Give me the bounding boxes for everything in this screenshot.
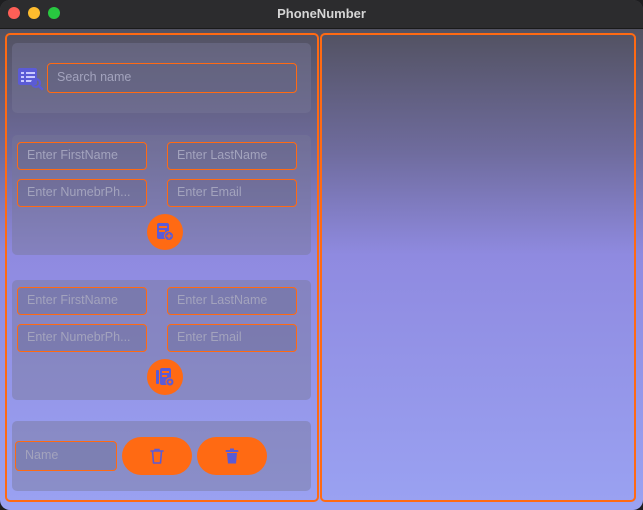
edit-phone-input[interactable]: Enter NumebrPh... bbox=[17, 324, 147, 352]
add-last-name-input[interactable]: Enter LastName bbox=[167, 142, 297, 170]
trash-filled-icon bbox=[223, 447, 241, 465]
search-card: Search name bbox=[12, 43, 311, 113]
contact-edit-icon bbox=[155, 367, 175, 387]
window-title: PhoneNumber bbox=[277, 6, 366, 21]
left-panel: Search name Enter FirstName Enter LastNa… bbox=[5, 33, 319, 502]
edit-email-input[interactable]: Enter Email bbox=[167, 324, 297, 352]
add-contact-button[interactable] bbox=[147, 214, 183, 250]
delete-button-outline[interactable] bbox=[122, 437, 192, 475]
edit-contact-card: Enter FirstName Enter LastName Enter Num… bbox=[12, 280, 311, 400]
edit-first-name-input[interactable]: Enter FirstName bbox=[17, 287, 147, 315]
add-email-input[interactable]: Enter Email bbox=[167, 179, 297, 207]
edit-last-name-input[interactable]: Enter LastName bbox=[167, 287, 297, 315]
search-input[interactable]: Search name bbox=[47, 63, 297, 93]
contact-list-panel[interactable] bbox=[320, 33, 636, 502]
add-first-name-input[interactable]: Enter FirstName bbox=[17, 142, 147, 170]
delete-name-input[interactable]: Name bbox=[15, 441, 117, 471]
edit-contact-button[interactable] bbox=[147, 359, 183, 395]
delete-button-filled[interactable] bbox=[197, 437, 267, 475]
search-list-icon[interactable] bbox=[16, 65, 44, 91]
app-window: PhoneNumber Search name Enter FirstName … bbox=[0, 0, 643, 510]
title-bar: PhoneNumber bbox=[0, 0, 643, 29]
trash-outline-icon bbox=[148, 447, 166, 465]
contact-add-icon bbox=[155, 222, 175, 242]
add-phone-input[interactable]: Enter NumebrPh... bbox=[17, 179, 147, 207]
add-contact-card: Enter FirstName Enter LastName Enter Num… bbox=[12, 135, 311, 255]
delete-contact-card: Name bbox=[12, 421, 311, 491]
